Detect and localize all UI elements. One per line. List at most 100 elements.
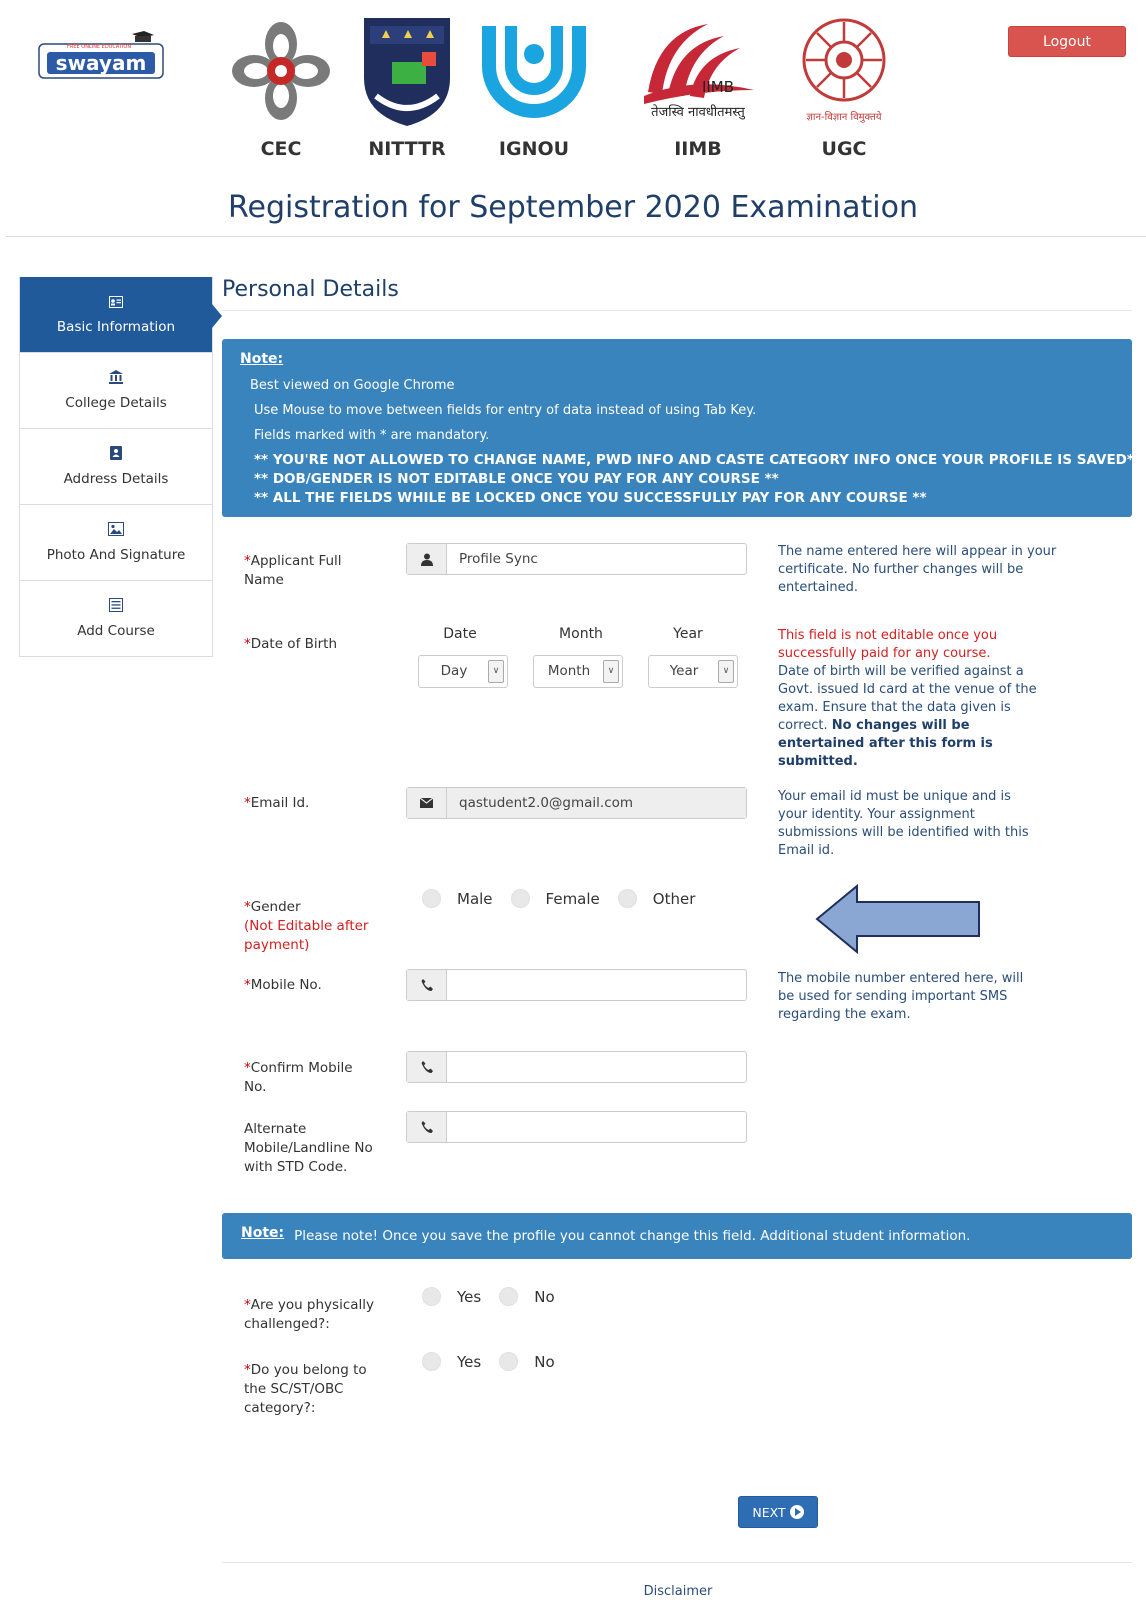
mobile-value xyxy=(447,970,746,1000)
iimb-logo: IIMB तेजस्वि नावधीतमस्तु xyxy=(638,12,758,130)
sidebar-item-label: Photo And Signature xyxy=(46,547,186,563)
pwd-no-radio[interactable] xyxy=(499,1287,519,1306)
page-title: Registration for September 2020 Examinat… xyxy=(228,190,918,225)
chevron-down-icon: ∨ xyxy=(603,660,619,683)
gender-female-radio[interactable] xyxy=(510,889,530,908)
next-label: NEXT xyxy=(752,1504,786,1520)
caste-yes-radio[interactable] xyxy=(422,1352,441,1371)
note-warning: ** YOU'RE NOT ALLOWED TO CHANGE NAME, PW… xyxy=(254,452,1142,468)
partner-iimb[interactable]: IIMB तेजस्वि नावधीतमस्तु IIMB xyxy=(638,12,758,160)
partner-caption: IIMB xyxy=(674,138,722,160)
sidebar-item-photo-and-signature[interactable]: Photo And Signature xyxy=(20,504,212,580)
dob-help: This field is not editable once you succ… xyxy=(778,628,1037,769)
sidebar-item-label: Address Details xyxy=(63,471,169,487)
email-field[interactable]: qastudent2.0@gmail.com xyxy=(406,787,747,819)
pwd-yes-radio[interactable] xyxy=(422,1287,441,1306)
note-line: Use Mouse to move between fields for ent… xyxy=(254,403,757,418)
phone-icon xyxy=(407,970,447,1000)
caste-radio-group: Yes No xyxy=(422,1352,573,1371)
note-warning: ** DOB/GENDER IS NOT EDITABLE ONCE YOU P… xyxy=(254,471,779,487)
section-title: Personal Details xyxy=(222,277,399,302)
swayam-logo[interactable]: swayam FREE ONLINE EDUCATION xyxy=(37,30,167,86)
dob-month-select[interactable]: Month ∨ xyxy=(533,655,623,688)
partner-nitttr[interactable]: NITTTR xyxy=(347,12,467,160)
logout-button[interactable]: Logout xyxy=(1008,26,1126,57)
confirm-mobile-field[interactable] xyxy=(406,1051,747,1083)
sidebar-item-basic-information[interactable]: Basic Information xyxy=(20,277,222,352)
gender-label: *Gender (Not Editable after payment) xyxy=(244,899,369,953)
note-warning: ** ALL THE FIELDS WHILE BE LOCKED ONCE Y… xyxy=(254,490,927,506)
applicant-name-help: The name entered here will appear in you… xyxy=(778,544,1057,595)
nitttr-logo xyxy=(347,12,467,130)
ugc-logo: ज्ञान-विज्ञान विमुक्तये xyxy=(784,12,904,130)
dob-day-select[interactable]: Day ∨ xyxy=(418,655,508,688)
sidebar-item-address-details[interactable]: Address Details xyxy=(20,428,212,504)
applicant-name-value: Profile Sync xyxy=(459,551,538,567)
note-line: Fields marked with * are mandatory. xyxy=(254,428,490,443)
partner-cec[interactable]: CEC xyxy=(221,12,341,160)
bank-icon xyxy=(109,370,123,388)
sidebar-item-add-course[interactable]: Add Course xyxy=(20,580,212,656)
dob-year-select[interactable]: Year ∨ xyxy=(648,655,738,688)
pwd-label: *Are you physically challenged?: xyxy=(244,1297,375,1332)
email-help: Your email id must be unique and is your… xyxy=(778,789,1029,858)
pwd-radio-group: Yes No xyxy=(422,1287,573,1306)
dob-month-value: Month xyxy=(547,663,591,679)
sidebar: Basic Information College Details Addres… xyxy=(19,277,222,657)
email-label: *Email Id. xyxy=(244,795,310,811)
applicant-name-label: *Applicant Full Name xyxy=(244,553,342,588)
ignou-logo xyxy=(474,12,594,130)
footer-divider xyxy=(222,1562,1132,1563)
next-button[interactable]: NEXT xyxy=(738,1496,818,1528)
picture-icon xyxy=(108,522,124,540)
note-heading: Note: xyxy=(241,1225,285,1241)
caste-label: *Do you belong to the SC/ST/OBC category?: xyxy=(244,1362,367,1416)
note-line: Best viewed on Google Chrome xyxy=(250,378,455,393)
sidebar-item-label: Basic Information xyxy=(56,318,176,335)
phone-icon xyxy=(407,1112,447,1142)
svg-text:IIMB: IIMB xyxy=(702,78,734,96)
svg-text:FREE ONLINE EDUCATION: FREE ONLINE EDUCATION xyxy=(67,44,131,50)
header-divider xyxy=(6,236,1146,237)
list-icon xyxy=(109,598,123,616)
partner-ignou[interactable]: IGNOU xyxy=(474,12,594,160)
dob-year-header: Year xyxy=(673,626,703,642)
gender-other-radio[interactable] xyxy=(617,889,637,908)
phone-icon xyxy=(407,1052,447,1082)
address-book-icon xyxy=(110,446,122,464)
note-panel-additional: Note: Please note! Once you save the pro… xyxy=(222,1213,1132,1259)
mobile-help: The mobile number entered here, will be … xyxy=(778,971,1024,1022)
alt-mobile-field[interactable] xyxy=(406,1111,747,1143)
dob-month-header: Month xyxy=(559,626,603,642)
gender-male-radio[interactable] xyxy=(422,889,441,908)
svg-text:तेजस्वि नावधीतमस्तु: तेजस्वि नावधीतमस्तु xyxy=(651,104,746,120)
note-panel: Note: Best viewed on Google Chrome Use M… xyxy=(222,339,1142,517)
caste-no-radio[interactable] xyxy=(499,1352,519,1371)
partner-caption: CEC xyxy=(260,138,302,160)
gender-radio-group: Male Female Other xyxy=(422,889,713,908)
svg-text:ज्ञान-विज्ञान विमुक्तये: ज्ञान-विज्ञान विमुक्तये xyxy=(806,111,881,123)
partner-caption: IGNOU xyxy=(498,138,570,160)
partner-caption: UGC xyxy=(821,138,867,160)
cec-logo xyxy=(221,12,341,130)
mobile-field[interactable] xyxy=(406,969,747,1001)
disclaimer-link[interactable]: Disclaimer xyxy=(0,1584,1146,1599)
applicant-name-field[interactable]: Profile Sync xyxy=(406,543,747,575)
sidebar-item-label: College Details xyxy=(65,395,167,411)
section-divider xyxy=(222,310,1132,311)
sidebar-item-college-details[interactable]: College Details xyxy=(20,352,212,428)
confirm-mobile-value xyxy=(447,1052,746,1082)
dob-label: *Date of Birth xyxy=(244,636,338,652)
partner-caption: NITTTR xyxy=(368,138,446,160)
chevron-down-icon: ∨ xyxy=(488,660,504,683)
dob-day-value: Day xyxy=(440,663,468,679)
arrow-circle-right-icon xyxy=(789,1505,804,1519)
sidebar-item-label: Add Course xyxy=(77,623,155,639)
confirm-mobile-label: *Confirm Mobile No. xyxy=(244,1060,353,1095)
mobile-label: *Mobile No. xyxy=(244,977,322,993)
left-arrow-annotation xyxy=(815,883,981,955)
dob-date-header: Date xyxy=(443,626,477,642)
svg-text:swayam: swayam xyxy=(56,51,147,75)
dob-year-value: Year xyxy=(669,663,699,679)
partner-ugc[interactable]: ज्ञान-विज्ञान विमुक्तये UGC xyxy=(784,12,904,160)
